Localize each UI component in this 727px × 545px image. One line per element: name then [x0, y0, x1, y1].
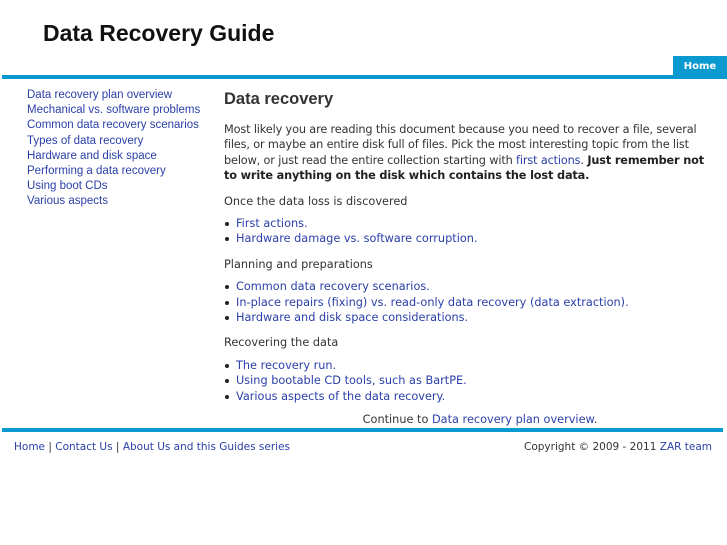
footer-divider: [2, 428, 723, 432]
topic-list: The recovery run. Using bootable CD tool…: [224, 358, 706, 404]
list-item: In-place repairs (fixing) vs. read-only …: [225, 295, 706, 310]
list-item: Using bootable CD tools, such as BartPE.: [225, 373, 706, 388]
header-divider: [2, 75, 727, 79]
list-item: The recovery run.: [225, 358, 706, 373]
zar-team-link[interactable]: ZAR team: [660, 441, 712, 453]
copyright: Copyright © 2009 - 2011 ZAR team: [524, 441, 712, 453]
sidebar-item-plan-overview[interactable]: Data recovery plan overview: [27, 88, 207, 103]
continue-line: Continue to Data recovery plan overview.: [224, 412, 706, 427]
section-label: Planning and preparations: [224, 257, 373, 271]
section-label: Once the data loss is discovered: [224, 194, 408, 208]
topic-list: Common data recovery scenarios. In-place…: [224, 279, 706, 325]
continue-link[interactable]: Data recovery plan overview: [432, 413, 594, 426]
topic-link[interactable]: Hardware and disk space considerations.: [236, 311, 468, 324]
sidebar-item-common-scenarios[interactable]: Common data recovery scenarios: [27, 118, 207, 133]
topic-link[interactable]: Common data recovery scenarios.: [236, 280, 430, 293]
site-title: Data Recovery Guide: [43, 20, 275, 46]
sidebar-item-hardware-disk-space[interactable]: Hardware and disk space: [27, 149, 207, 164]
topic-link[interactable]: Various aspects of the data recovery.: [236, 390, 445, 403]
intro-paragraph: Most likely you are reading this documen…: [224, 122, 706, 184]
section-label: Recovering the data: [224, 336, 339, 350]
sidebar-item-performing[interactable]: Performing a data recovery: [27, 164, 207, 179]
list-item: Various aspects of the data recovery.: [225, 389, 706, 404]
list-item: First actions.: [225, 216, 706, 231]
footer-link-about[interactable]: About Us and this Guides series: [123, 441, 290, 453]
footer-link-home[interactable]: Home: [14, 441, 45, 453]
page-title: Data recovery: [224, 90, 334, 108]
continue-prefix: Continue to: [362, 413, 432, 427]
list-item: Hardware damage vs. software corruption.: [225, 231, 706, 246]
nav-home-tab[interactable]: Home: [673, 56, 727, 76]
first-actions-link[interactable]: first actions: [516, 154, 581, 167]
topic-link[interactable]: Using bootable CD tools, such as BartPE.: [236, 374, 467, 387]
topic-list: First actions. Hardware damage vs. softw…: [224, 216, 706, 247]
sidebar-item-types[interactable]: Types of data recovery: [27, 134, 207, 149]
sidebar-item-boot-cds[interactable]: Using boot CDs: [27, 179, 207, 194]
copyright-text: Copyright © 2009 - 2011: [524, 441, 660, 453]
sidebar-item-various-aspects[interactable]: Various aspects: [27, 194, 207, 209]
footer-separator: |: [45, 441, 56, 453]
footer-separator: |: [112, 441, 123, 453]
main-content: Data recovery Most likely you are readin…: [224, 89, 706, 428]
continue-suffix: .: [593, 413, 598, 427]
sidebar-nav: Data recovery plan overview Mechanical v…: [27, 88, 207, 210]
footer-link-contact[interactable]: Contact Us: [55, 441, 112, 453]
topic-link[interactable]: In-place repairs (fixing) vs. read-only …: [236, 296, 629, 309]
list-item: Common data recovery scenarios.: [225, 279, 706, 294]
topic-link[interactable]: First actions.: [236, 217, 308, 230]
topic-link[interactable]: The recovery run.: [236, 359, 336, 372]
footer-links: Home | Contact Us | About Us and this Gu…: [14, 441, 290, 453]
topic-link[interactable]: Hardware damage vs. software corruption.: [236, 232, 478, 245]
list-item: Hardware and disk space considerations.: [225, 310, 706, 325]
sidebar-item-mechanical-vs-software[interactable]: Mechanical vs. software problems: [27, 103, 207, 118]
